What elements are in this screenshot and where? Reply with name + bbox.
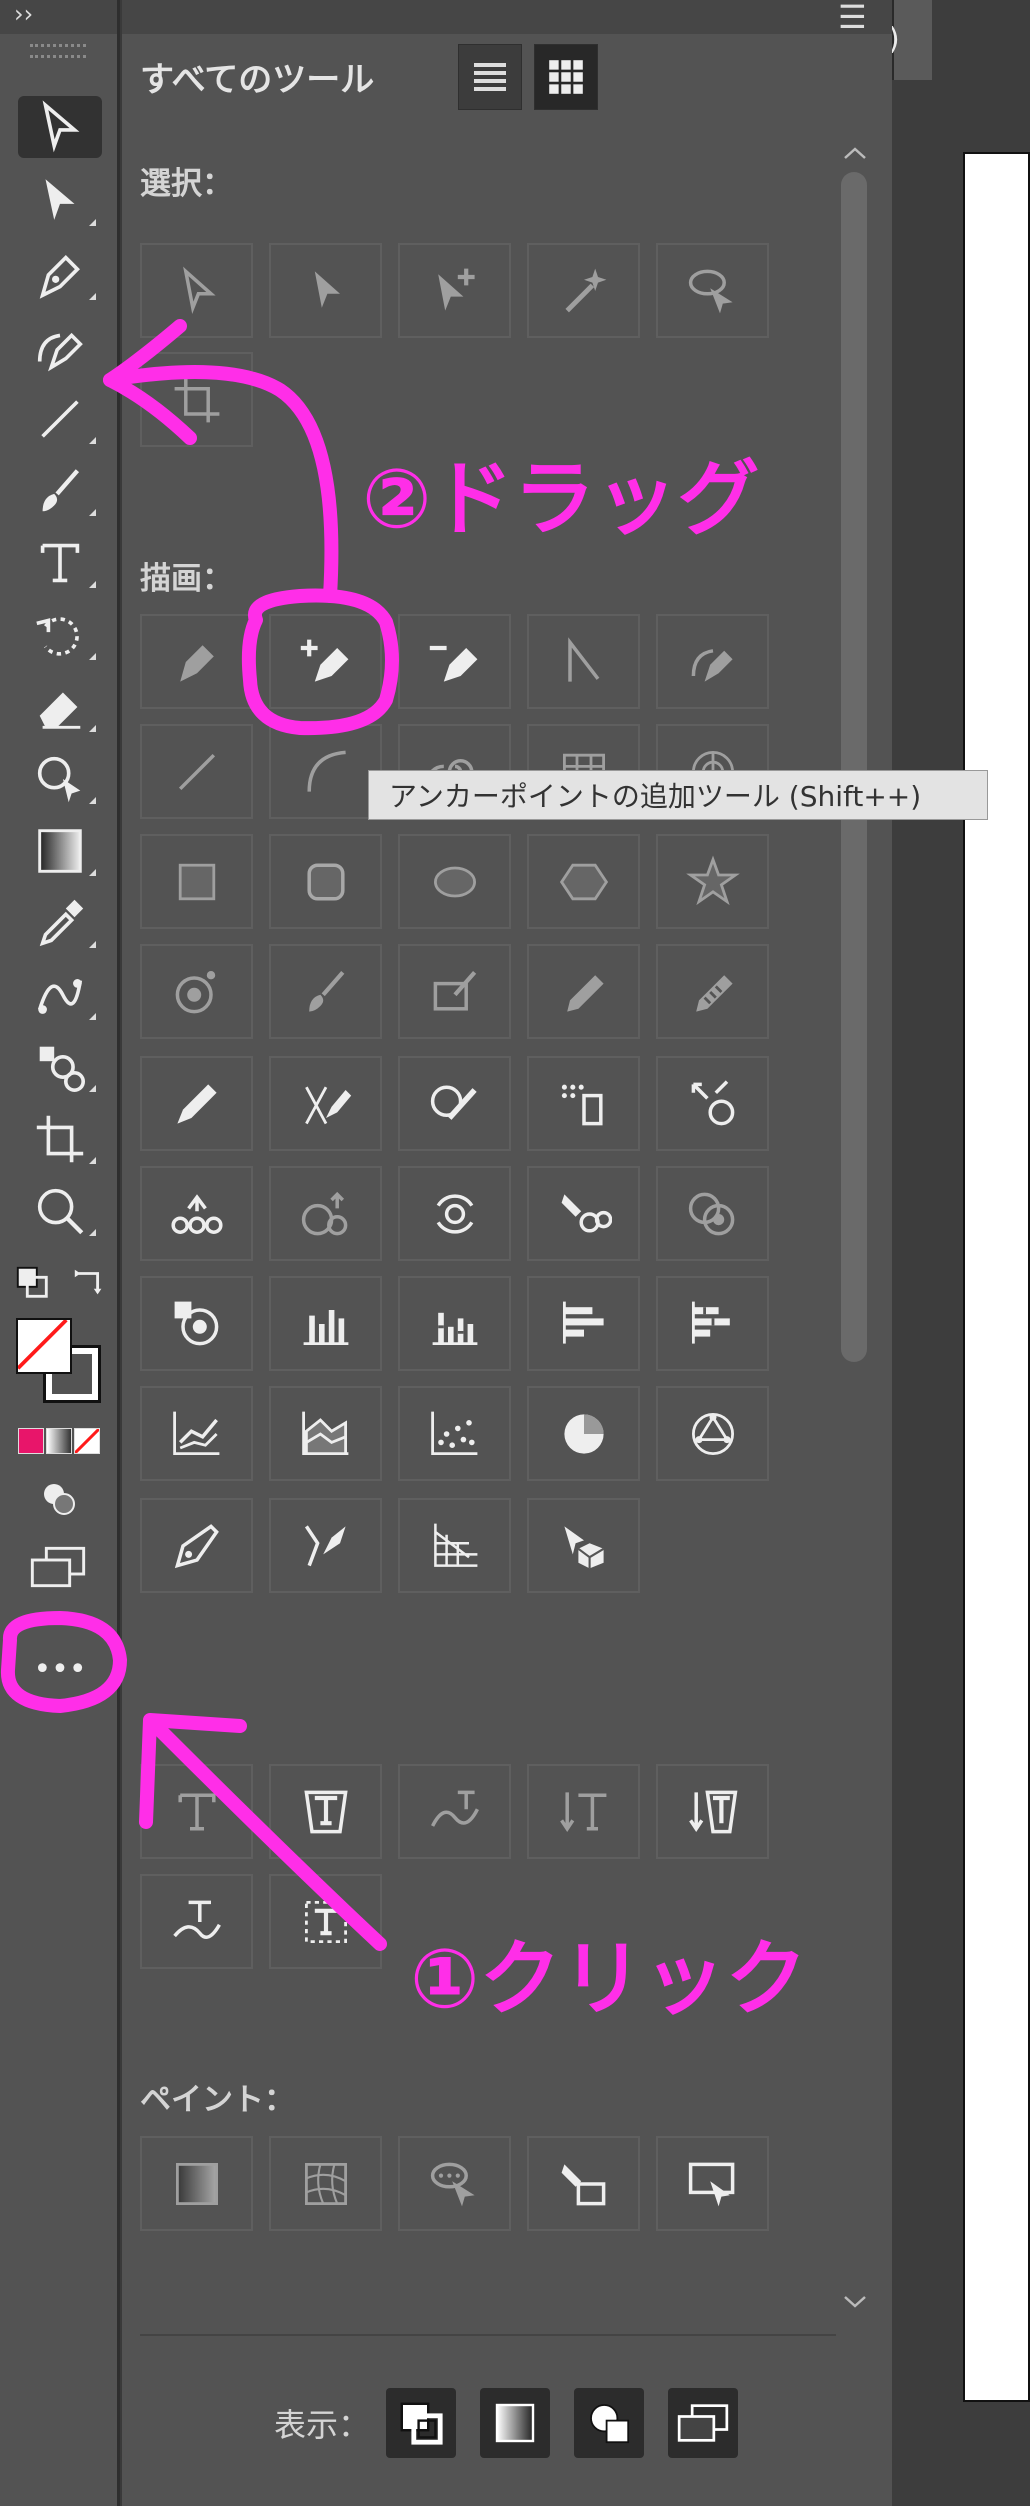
annotation-strokes xyxy=(1,319,399,1951)
annotation-click: ①クリック xyxy=(410,1932,808,2027)
annotation-drag: ②ドラッグ xyxy=(362,452,760,547)
